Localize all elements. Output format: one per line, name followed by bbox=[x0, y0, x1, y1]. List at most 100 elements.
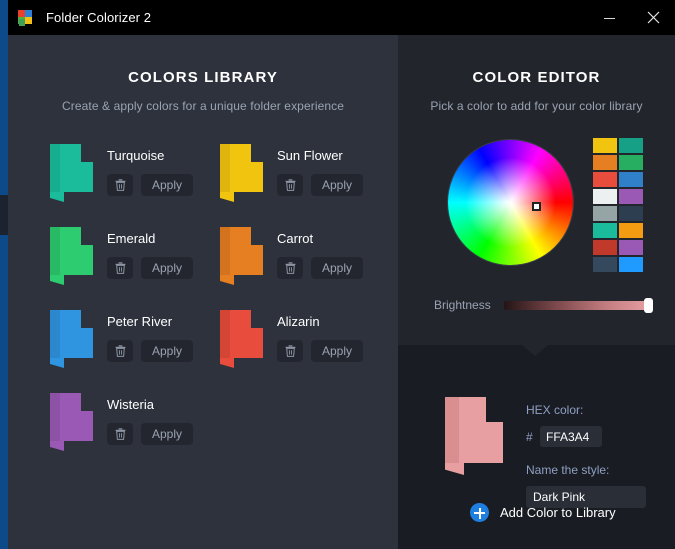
color-item-actions: Apply bbox=[277, 340, 363, 362]
add-color-label: Add Color to Library bbox=[500, 505, 616, 520]
brightness-slider-row: Brightness bbox=[434, 298, 649, 312]
color-item-name: Wisteria bbox=[107, 397, 193, 412]
apply-color-button[interactable]: Apply bbox=[141, 174, 193, 196]
preset-swatch[interactable] bbox=[619, 189, 643, 204]
folder-swatch-icon bbox=[218, 310, 263, 368]
delete-color-button[interactable] bbox=[107, 174, 133, 196]
color-item-meta: Sun Flower Apply bbox=[263, 142, 363, 196]
trash-icon bbox=[115, 428, 126, 440]
trash-icon bbox=[285, 262, 296, 274]
color-list-item: Peter River Apply bbox=[48, 308, 218, 391]
style-name-label: Name the style: bbox=[526, 463, 675, 477]
preset-swatches bbox=[593, 138, 643, 272]
minimize-icon bbox=[604, 18, 615, 19]
delete-color-button[interactable] bbox=[277, 174, 303, 196]
color-item-actions: Apply bbox=[277, 257, 363, 279]
apply-color-button[interactable]: Apply bbox=[311, 174, 363, 196]
trash-icon bbox=[115, 262, 126, 274]
color-details-section: HEX color: # Name the style: Add Color t… bbox=[398, 345, 675, 549]
hex-color-label: HEX color: bbox=[526, 403, 675, 417]
folder-colorizer-icon bbox=[17, 9, 35, 27]
trash-icon bbox=[285, 179, 296, 191]
hash-symbol: # bbox=[526, 430, 540, 444]
preset-swatch[interactable] bbox=[619, 138, 643, 153]
color-item-name: Carrot bbox=[277, 231, 363, 246]
apply-color-button[interactable]: Apply bbox=[141, 340, 193, 362]
app-window: Folder Colorizer 2 COLORS LIBRARY Create… bbox=[8, 0, 675, 549]
color-list-item: Turquoise Apply bbox=[48, 142, 218, 225]
color-item-meta: Turquoise Apply bbox=[93, 142, 193, 196]
delete-color-button[interactable] bbox=[277, 257, 303, 279]
color-item-meta: Carrot Apply bbox=[263, 225, 363, 279]
preset-swatch[interactable] bbox=[593, 138, 617, 153]
brightness-slider[interactable] bbox=[504, 301, 649, 310]
folder-preview bbox=[443, 397, 503, 475]
preset-swatch[interactable] bbox=[619, 257, 643, 272]
color-wheel-cursor[interactable] bbox=[532, 202, 541, 211]
hex-color-input[interactable] bbox=[540, 426, 602, 447]
preset-swatch[interactable] bbox=[593, 206, 617, 221]
color-item-meta: AlizarinApply bbox=[263, 308, 363, 362]
color-editor-subtitle: Pick a color to add for your color libra… bbox=[398, 86, 675, 113]
brightness-label: Brightness bbox=[434, 298, 491, 312]
color-item-name: Sun Flower bbox=[277, 148, 363, 163]
preset-swatch[interactable] bbox=[593, 155, 617, 170]
hex-color-row: # bbox=[526, 426, 675, 447]
close-button[interactable] bbox=[631, 0, 675, 35]
color-list-item: Sun Flower Apply bbox=[218, 142, 388, 225]
folder-swatch-icon bbox=[218, 227, 263, 285]
plus-circle-icon bbox=[470, 503, 489, 522]
window-edge-scrollbar[interactable] bbox=[0, 195, 8, 235]
delete-color-button[interactable] bbox=[107, 423, 133, 445]
color-list-item: AlizarinApply bbox=[218, 308, 388, 391]
add-color-to-library-button[interactable]: Add Color to Library bbox=[470, 503, 616, 522]
minimize-button[interactable] bbox=[587, 0, 631, 35]
preset-swatch[interactable] bbox=[619, 155, 643, 170]
color-wheel[interactable] bbox=[448, 140, 573, 265]
color-list-item: Carrot Apply bbox=[218, 225, 388, 308]
apply-color-button[interactable]: Apply bbox=[141, 257, 193, 279]
color-wheel-disc[interactable] bbox=[448, 140, 573, 265]
color-item-actions: Apply bbox=[107, 257, 193, 279]
preset-swatch[interactable] bbox=[619, 223, 643, 238]
preset-swatch[interactable] bbox=[593, 172, 617, 187]
color-item-meta: Peter River Apply bbox=[93, 308, 193, 362]
delete-color-button[interactable] bbox=[107, 340, 133, 362]
colors-library-subtitle: Create & apply colors for a unique folde… bbox=[8, 86, 398, 113]
color-item-name: Emerald bbox=[107, 231, 193, 246]
trash-icon bbox=[285, 345, 296, 357]
delete-color-button[interactable] bbox=[107, 257, 133, 279]
color-item-actions: Apply bbox=[107, 174, 193, 196]
colors-library-grid: Turquoise Apply Sun Flower Apply Emerald Appl… bbox=[48, 142, 388, 474]
preset-swatch[interactable] bbox=[593, 240, 617, 255]
desktop-background: Folder Colorizer 2 COLORS LIBRARY Create… bbox=[0, 0, 675, 549]
folder-swatch-icon bbox=[218, 144, 263, 202]
trash-icon bbox=[115, 179, 126, 191]
apply-color-button[interactable]: Apply bbox=[141, 423, 193, 445]
color-item-meta: Wisteria Apply bbox=[93, 391, 193, 445]
folder-swatch-icon bbox=[48, 227, 93, 285]
trash-icon bbox=[115, 345, 126, 357]
colors-library-title: COLORS LIBRARY bbox=[8, 35, 398, 86]
preset-swatch[interactable] bbox=[593, 223, 617, 238]
preset-swatch[interactable] bbox=[593, 257, 617, 272]
preset-swatch[interactable] bbox=[619, 172, 643, 187]
brightness-slider-thumb[interactable] bbox=[644, 298, 653, 313]
color-item-actions: Apply bbox=[107, 423, 193, 445]
color-fields: HEX color: # Name the style: bbox=[526, 403, 675, 508]
color-editor-title: COLOR EDITOR bbox=[398, 35, 675, 86]
window-title: Folder Colorizer 2 bbox=[46, 10, 151, 25]
preset-swatch[interactable] bbox=[619, 206, 643, 221]
apply-color-button[interactable]: Apply bbox=[311, 257, 363, 279]
preset-swatch[interactable] bbox=[619, 240, 643, 255]
color-item-actions: Apply bbox=[277, 174, 363, 196]
color-list-item: Wisteria Apply bbox=[48, 391, 218, 474]
preset-swatch[interactable] bbox=[593, 189, 617, 204]
color-item-name: Turquoise bbox=[107, 148, 193, 163]
delete-color-button[interactable] bbox=[277, 340, 303, 362]
close-icon bbox=[647, 11, 660, 24]
main-content: COLORS LIBRARY Create & apply colors for… bbox=[8, 35, 675, 549]
color-item-name: Peter River bbox=[107, 314, 193, 329]
apply-color-button[interactable]: Apply bbox=[311, 340, 363, 362]
colors-library-panel: COLORS LIBRARY Create & apply colors for… bbox=[8, 35, 398, 549]
